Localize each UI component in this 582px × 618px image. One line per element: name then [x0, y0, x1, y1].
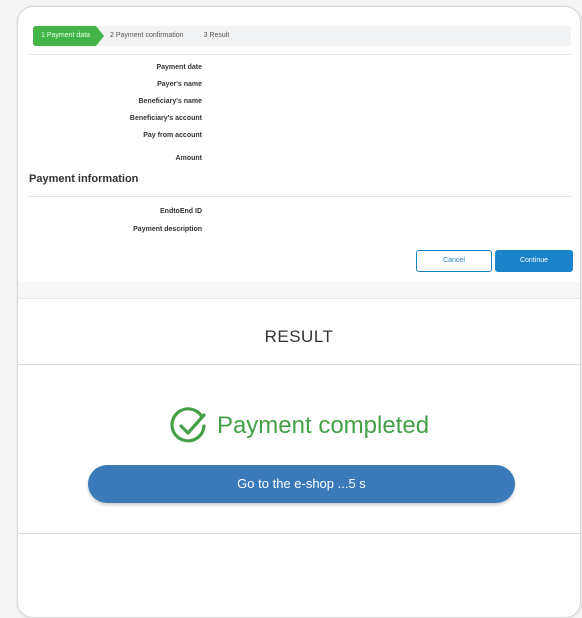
label-amount: Amount: [175, 155, 202, 162]
label-pay-from-account: Pay from account: [143, 132, 202, 139]
label-payment-date: Payment date: [156, 64, 202, 71]
payment-completed-text: Payment completed: [216, 412, 430, 439]
divider: [18, 533, 580, 534]
section-title-payment-information: Payment information: [29, 173, 139, 185]
payment-completed-message: Payment completed: [18, 407, 580, 445]
step-payment-confirmation[interactable]: 2 Payment confirmation: [102, 26, 192, 46]
label-beneficiarys-name: Beneficiary's name: [138, 98, 202, 105]
divider: [29, 54, 572, 55]
separator-band: [18, 282, 580, 298]
label-payment-description: Payment description: [133, 226, 202, 233]
check-circle-icon: [170, 407, 206, 443]
payment-card: 1 Payment data 2 Payment confirmation 3 …: [17, 6, 581, 618]
divider: [18, 298, 580, 299]
label-endtoend-id: EndtoEnd ID: [160, 208, 202, 215]
go-to-eshop-button[interactable]: Go to the e-shop ...5 s: [88, 465, 515, 503]
divider: [18, 364, 580, 365]
label-payers-name: Payer's name: [157, 81, 202, 88]
continue-button[interactable]: Continue: [495, 250, 573, 272]
divider: [29, 196, 572, 197]
label-beneficiarys-account: Beneficiary's account: [129, 115, 202, 122]
cancel-button[interactable]: Cancel: [416, 250, 492, 272]
progress-steps: 1 Payment data 2 Payment confirmation 3 …: [33, 26, 571, 46]
result-title: RESULT: [264, 327, 334, 346]
step-result[interactable]: 3 Result: [196, 26, 238, 46]
step-payment-data[interactable]: 1 Payment data: [33, 26, 105, 46]
